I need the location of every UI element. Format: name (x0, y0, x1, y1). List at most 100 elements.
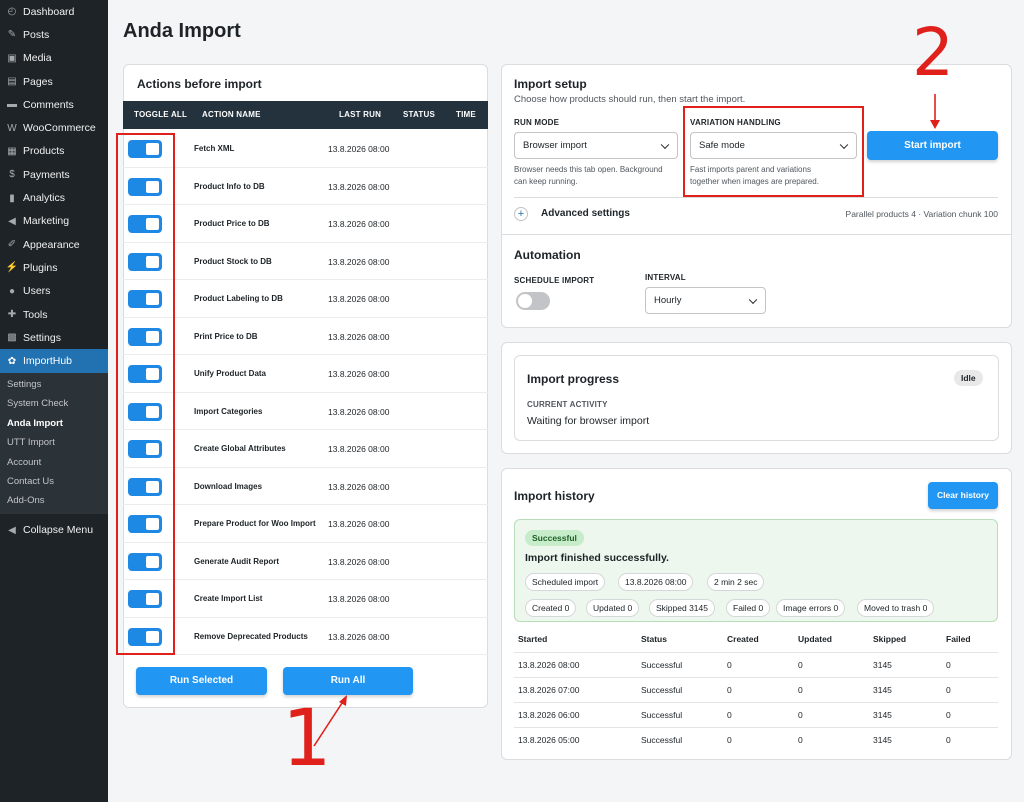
status-badge: Idle (954, 370, 983, 386)
toggle-all-header[interactable]: TOGGLE ALL (134, 101, 187, 129)
sidebar-item-payments[interactable]: $ Payments (0, 163, 108, 186)
sidebar-item-tools[interactable]: ✚ Tools (0, 303, 108, 326)
action-last-run: 13.8.2026 08:00 (328, 331, 390, 342)
submenu-settings[interactable]: Settings (0, 375, 108, 394)
sidebar-item-pages[interactable]: ▤ Pages (0, 70, 108, 93)
action-last-run: 13.8.2026 08:00 (328, 481, 390, 492)
history-cell: Successful (641, 685, 683, 695)
sidebar-item-label: Posts (23, 28, 50, 41)
history-cell: Successful (641, 710, 683, 720)
sidebar-item-label: Media (23, 52, 52, 65)
comments-icon: ▬ (7, 99, 17, 111)
progress-inner-box (514, 355, 999, 441)
submenu-utt-import[interactable]: UTT Import (0, 433, 108, 452)
history-cell: 3145 (873, 660, 892, 670)
importhub-icon: ✿ (7, 355, 17, 367)
action-row (123, 280, 488, 318)
sidebar-item-woocommerce[interactable]: W WooCommerce (0, 116, 108, 139)
sidebar-item-analytics[interactable]: ▮ Analytics (0, 186, 108, 209)
start-import-button[interactable]: Start import (867, 131, 998, 160)
summary-pill: 2 min 2 sec (707, 573, 765, 591)
sidebar-item-marketing[interactable]: ◀ Marketing (0, 210, 108, 233)
sidebar-item-label: Users (23, 285, 51, 298)
advanced-settings-summary: Parallel products 4 · Variation chunk 10… (845, 209, 998, 219)
sidebar-item-plugins[interactable]: ⚡ Plugins (0, 256, 108, 279)
submenu-contact-us[interactable]: Contact Us (0, 472, 108, 491)
submenu-account[interactable]: Account (0, 452, 108, 471)
history-column-header: Status (641, 634, 667, 644)
annotation-number-two: 2 (912, 14, 954, 91)
importhub-submenu: Settings System Check Anda Import UTT Im… (0, 372, 108, 515)
page-title: Anda Import (123, 20, 241, 42)
import-setup-subtitle: Choose how products should run, then sta… (514, 94, 746, 105)
action-name: Create Import List (194, 594, 263, 603)
history-cell: 0 (798, 685, 803, 695)
action-last-run: 13.8.2026 08:00 (328, 256, 390, 267)
submenu-system-check[interactable]: System Check (0, 394, 108, 413)
action-last-run: 13.8.2026 08:00 (328, 519, 390, 529)
history-cell: Successful (641, 660, 683, 670)
settings-icon: ▩ (7, 332, 17, 344)
history-cell: 13.8.2026 08:00 (518, 660, 580, 670)
action-name-header: ACTION NAME (202, 110, 261, 119)
sidebar-item-importhub[interactable]: ✿ ImportHub (0, 349, 108, 373)
pin-icon: ✎ (7, 29, 17, 41)
action-name: Import Categories (194, 406, 263, 416)
collapse-menu-label: Collapse Menu (23, 524, 94, 537)
action-last-run: 13.8.2026 08:00 (328, 406, 390, 417)
submenu-anda-import[interactable]: Anda Import (0, 414, 108, 433)
wrench-icon: ✚ (7, 309, 17, 320)
submenu-add-ons[interactable]: Add-Ons (0, 491, 108, 510)
action-row (123, 393, 488, 430)
action-last-run: 13.8.2026 08:00 (328, 556, 390, 567)
collapse-menu-button[interactable]: ◀ Collapse Menu (0, 518, 108, 541)
sidebar-item-label: ImportHub (23, 355, 73, 368)
sidebar-item-appearance[interactable]: ✐ Appearance (0, 233, 108, 256)
sidebar-item-label: Products (23, 145, 65, 158)
action-last-run: 13.8.2026 08:00 (328, 181, 390, 192)
clear-history-button[interactable]: Clear history (928, 482, 998, 509)
schedule-import-toggle[interactable] (516, 292, 550, 310)
action-last-run: 13.8.2026 08:00 (328, 219, 390, 229)
history-column-header: Skipped (873, 634, 907, 644)
sidebar-item-users[interactable]: ● Users (0, 280, 108, 303)
history-row-divider (514, 652, 998, 653)
sidebar-item-label: Tools (23, 308, 48, 321)
collapse-icon: ◀ (8, 524, 16, 536)
sidebar-item-comments[interactable]: ▬ Comments (0, 93, 108, 116)
history-cell: 3145 (873, 685, 892, 695)
admin-menu: ◴ Dashboard ✎ Posts ▣ Media ▤ Pages ▬ Comments W Wo… (0, 0, 108, 373)
run-mode-select[interactable]: Browser import (514, 132, 678, 159)
expand-plus-icon[interactable]: + (514, 207, 528, 221)
summary-pill: 13.8.2026 08:00 (618, 573, 694, 591)
run-all-button[interactable]: Run All (283, 667, 413, 695)
sidebar-item-dashboard[interactable]: ◴ Dashboard (0, 0, 108, 23)
action-last-run: 13.8.2026 08:00 (328, 294, 390, 304)
history-cell: 0 (798, 660, 803, 670)
action-name: Download Images (194, 481, 263, 491)
history-cell: 0 (727, 685, 732, 695)
summary-pill: Skipped 3145 (649, 599, 715, 617)
run-selected-button[interactable]: Run Selected (136, 667, 267, 695)
interval-select[interactable]: Hourly (645, 287, 766, 314)
action-row (123, 168, 488, 205)
advanced-settings-toggle[interactable]: Advanced settings (541, 208, 630, 219)
history-cell: 0 (946, 735, 951, 745)
run-mode-hint-line-1: Browser needs this tab open. Background (514, 165, 663, 174)
sidebar-item-posts[interactable]: ✎ Posts (0, 23, 108, 46)
summary-pill: Created 0 (525, 599, 577, 617)
action-last-run: 13.8.2026 08:00 (328, 594, 390, 604)
sidebar-item-label: Settings (23, 331, 61, 344)
sidebar-item-media[interactable]: ▣ Media (0, 47, 108, 70)
user-icon: ● (8, 285, 16, 297)
chevron-down-icon (748, 295, 758, 304)
history-cell: 0 (798, 710, 803, 720)
setup-divider (514, 197, 998, 198)
history-cell: 13.8.2026 06:00 (518, 710, 580, 720)
history-cell: 0 (946, 710, 951, 720)
summary-pill: Updated 0 (586, 599, 640, 617)
payments-icon: $ (9, 169, 15, 181)
sidebar-item-settings[interactable]: ▩ Settings (0, 326, 108, 349)
history-cell: Successful (641, 735, 683, 745)
sidebar-item-products[interactable]: ▦ Products (0, 140, 108, 163)
